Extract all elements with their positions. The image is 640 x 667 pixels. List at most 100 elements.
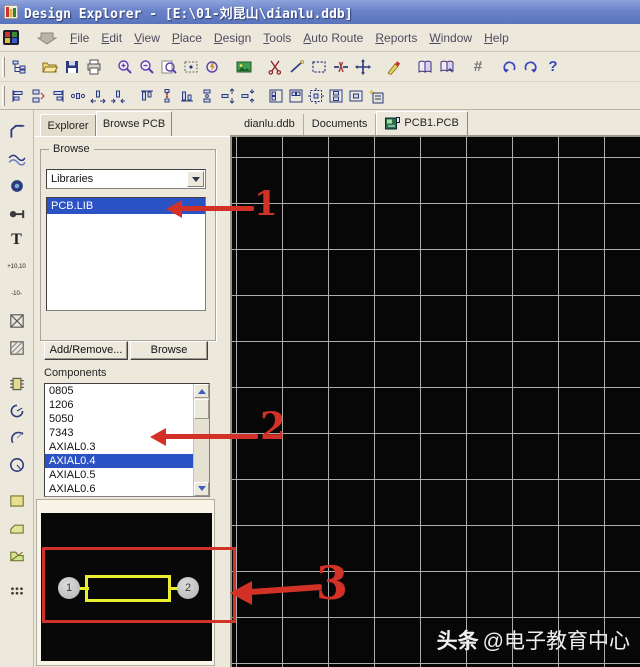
align-bottom-icon[interactable] (177, 85, 197, 107)
tab-dianlu-ddb[interactable]: dianlu.ddb (236, 114, 304, 135)
menu-design[interactable]: Design (208, 28, 257, 48)
menu-file[interactable]: File (64, 28, 95, 48)
component-item[interactable]: 0805 (45, 384, 193, 398)
component-item[interactable]: 1206 (45, 398, 193, 412)
break-track-icon[interactable] (330, 55, 352, 79)
place-track-icon[interactable] (4, 118, 30, 145)
menu-reports[interactable]: Reports (369, 28, 423, 48)
component-item[interactable]: AXIAL0.3 (45, 440, 193, 454)
select-area-icon[interactable] (308, 55, 330, 79)
undo-icon[interactable] (498, 55, 520, 79)
annotation-arrow-3-head (230, 581, 252, 605)
distribute-v-icon[interactable] (197, 85, 217, 107)
watermark-brand: 头条 (437, 630, 479, 653)
panel-collapse-arrow-icon[interactable] (36, 26, 58, 50)
placement-toolbar: T +10,10 -10- (0, 110, 34, 667)
zoom-point-icon[interactable] (180, 55, 202, 79)
menu-edit[interactable]: Edit (95, 28, 128, 48)
annotation-step-2: 2 (260, 404, 286, 448)
space-v-increase-icon[interactable] (217, 85, 237, 107)
draw-line-icon[interactable] (286, 55, 308, 79)
place-rectangle-icon[interactable] (4, 487, 30, 514)
align-left-icon[interactable] (8, 85, 28, 107)
place-arc-edge-icon[interactable] (4, 145, 30, 172)
component-item[interactable]: AXIAL0.5 (45, 468, 193, 482)
component-item[interactable]: 5050 (45, 412, 193, 426)
add-remove-button[interactable]: Add/Remove... (44, 341, 128, 360)
menu-window[interactable]: Window (423, 28, 478, 48)
place-component-icon[interactable] (4, 370, 30, 397)
pad-single-icon[interactable] (346, 85, 366, 107)
grid-toggle-icon[interactable]: # (467, 55, 489, 79)
toolbar-grip-2[interactable] (2, 86, 5, 106)
scroll-down-button[interactable] (194, 482, 209, 496)
place-dimension-icon[interactable]: -10- (4, 280, 30, 307)
tab-explorer[interactable]: Explorer (40, 114, 96, 136)
move-icon[interactable] (352, 55, 374, 79)
open-document-icon[interactable] (39, 55, 61, 79)
place-arc-center-icon[interactable] (4, 397, 30, 424)
title-bar[interactable]: Design Explorer - [E:\01-刘昆山\dianlu.ddb] (0, 0, 640, 24)
place-coordinate-icon[interactable]: +10,10 (4, 253, 30, 280)
zoom-dynamic-icon[interactable] (202, 55, 224, 79)
stack-left-icon[interactable] (28, 85, 48, 107)
scroll-up-button[interactable] (194, 384, 209, 398)
place-string-icon[interactable]: T (4, 226, 30, 253)
capture-image-icon[interactable] (233, 55, 255, 79)
place-fill-icon[interactable] (4, 334, 30, 361)
align-right-icon[interactable] (48, 85, 68, 107)
save-icon[interactable] (61, 55, 83, 79)
print-icon[interactable] (83, 55, 105, 79)
tab-browse-pcb[interactable]: Browse PCB (96, 111, 172, 136)
distribute-h-icon[interactable] (68, 85, 88, 107)
cut-icon[interactable] (264, 55, 286, 79)
library-browse-icon[interactable] (436, 55, 458, 79)
annotation-step-3: 3 (316, 556, 348, 610)
design-browser-icon[interactable] (8, 55, 30, 79)
browse-button[interactable]: Browse (130, 341, 208, 360)
place-polygon-plane-2-icon[interactable] (4, 541, 30, 568)
place-polygon-plane-1-icon[interactable] (4, 514, 30, 541)
place-full-circle-icon[interactable] (4, 451, 30, 478)
library-list[interactable]: PCB.LIB (46, 197, 206, 311)
place-via-icon[interactable] (4, 199, 30, 226)
place-polygon-icon[interactable] (4, 307, 30, 334)
help-icon[interactable]: ? (542, 55, 564, 79)
menu-view[interactable]: View (128, 28, 166, 48)
browse-selector-dropdown-button[interactable] (187, 171, 204, 187)
zoom-area-icon[interactable] (158, 55, 180, 79)
toolbar-grip[interactable] (2, 57, 5, 77)
browse-selector[interactable]: Libraries (46, 169, 206, 189)
components-scrollbar[interactable] (193, 384, 209, 496)
scrollbar-thumb[interactable] (194, 399, 209, 419)
pads-top-icon[interactable] (286, 85, 306, 107)
tab-documents[interactable]: Documents (304, 114, 377, 135)
space-h-decrease-icon[interactable] (108, 85, 128, 107)
pads-stack-icon[interactable] (326, 85, 346, 107)
tab-pcb1-pcb[interactable]: PCB1.PCB (376, 111, 467, 135)
zoom-in-icon[interactable] (114, 55, 136, 79)
menu-help[interactable]: Help (478, 28, 515, 48)
menu-tools[interactable]: Tools (257, 28, 297, 48)
system-menu-icon[interactable] (0, 26, 22, 50)
window-title: Design Explorer - [E:\01-刘昆山\dianlu.ddb] (24, 3, 353, 22)
pads-left-icon[interactable] (266, 85, 286, 107)
place-room-icon[interactable] (366, 85, 386, 107)
component-item-selected[interactable]: AXIAL0.4 (45, 454, 193, 468)
align-top-icon[interactable] (137, 85, 157, 107)
zoom-out-icon[interactable] (136, 55, 158, 79)
components-list[interactable]: 0805 1206 5050 7343 AXIAL0.3 AXIAL0.4 AX… (44, 383, 210, 497)
library-book-icon[interactable] (414, 55, 436, 79)
place-arc-any-icon[interactable] (4, 424, 30, 451)
menu-auto-route[interactable]: Auto Route (297, 28, 369, 48)
space-h-increase-icon[interactable] (88, 85, 108, 107)
redo-icon[interactable] (520, 55, 542, 79)
menu-place[interactable]: Place (166, 28, 208, 48)
space-v-icon[interactable] (157, 85, 177, 107)
highlight-brush-icon[interactable] (383, 55, 405, 79)
place-pad-icon[interactable] (4, 172, 30, 199)
space-v-decrease-icon[interactable] (237, 85, 257, 107)
place-pad-array-icon[interactable] (4, 577, 30, 604)
component-item[interactable]: AXIAL0.6 (45, 482, 193, 496)
position-center-icon[interactable] (306, 85, 326, 107)
